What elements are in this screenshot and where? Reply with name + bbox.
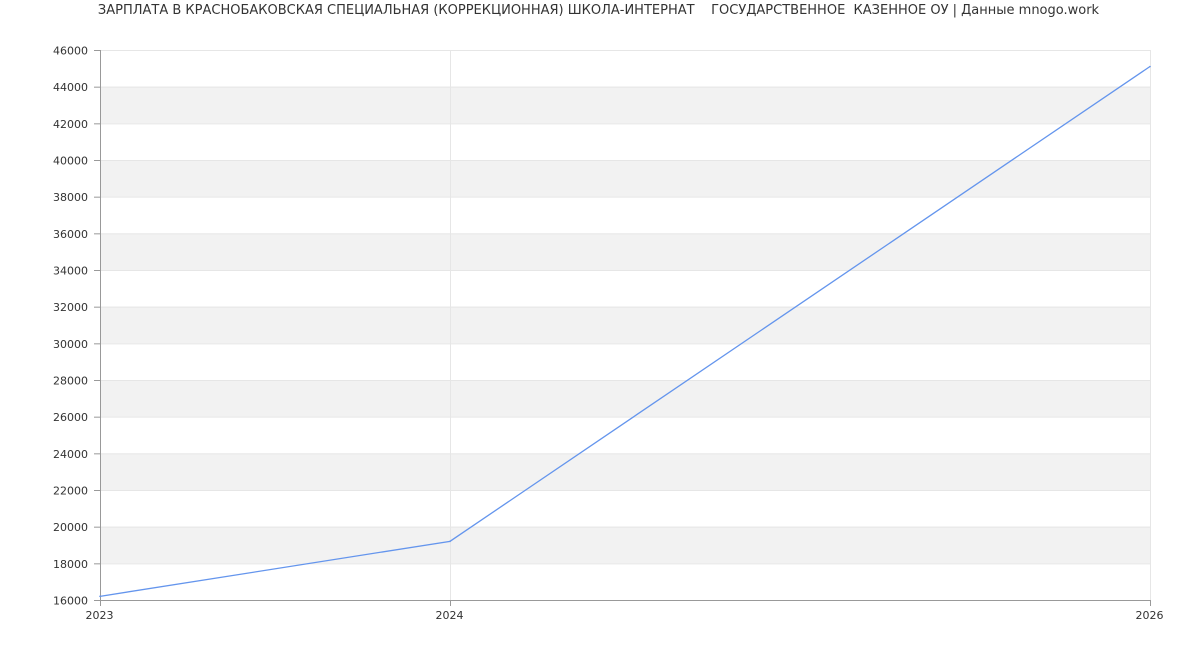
- grid-band: [100, 526, 1150, 564]
- x-tick-label: 2026: [1136, 609, 1164, 622]
- y-tick-label: 42000: [53, 118, 88, 131]
- y-tick-label: 32000: [53, 301, 88, 314]
- y-tick-label: 24000: [53, 448, 88, 461]
- grid-band: [100, 306, 1150, 344]
- x-tick-label: 2024: [436, 609, 464, 622]
- grid-band: [100, 453, 1150, 490]
- y-tick-label: 30000: [53, 338, 88, 351]
- grid-band: [100, 160, 1150, 197]
- line-chart: 16000 18000 20000 22000 24000 26000 28000 30000…: [53, 45, 1164, 623]
- y-tick-label: 18000: [53, 558, 88, 571]
- x-tick-label: 2023: [86, 609, 114, 622]
- y-tick-label: 38000: [53, 191, 88, 204]
- y-tick-label: 28000: [53, 375, 88, 388]
- data-point: [1149, 65, 1151, 68]
- grid-band: [100, 380, 1150, 417]
- y-tick-label: 40000: [53, 155, 88, 168]
- grid-band: [100, 86, 1150, 124]
- y-tick-label: 26000: [53, 411, 88, 424]
- y-tick-label: 22000: [53, 485, 88, 498]
- y-tick-label: 44000: [53, 81, 88, 94]
- y-tick-label: 16000: [53, 595, 88, 608]
- y-tick-label: 46000: [53, 45, 88, 58]
- data-point: [99, 595, 101, 598]
- y-tick-label: 36000: [53, 228, 88, 241]
- y-tick-label: 20000: [53, 521, 88, 534]
- grid-band: [100, 233, 1150, 270]
- y-tick-label: 34000: [53, 265, 88, 278]
- data-point: [449, 540, 451, 543]
